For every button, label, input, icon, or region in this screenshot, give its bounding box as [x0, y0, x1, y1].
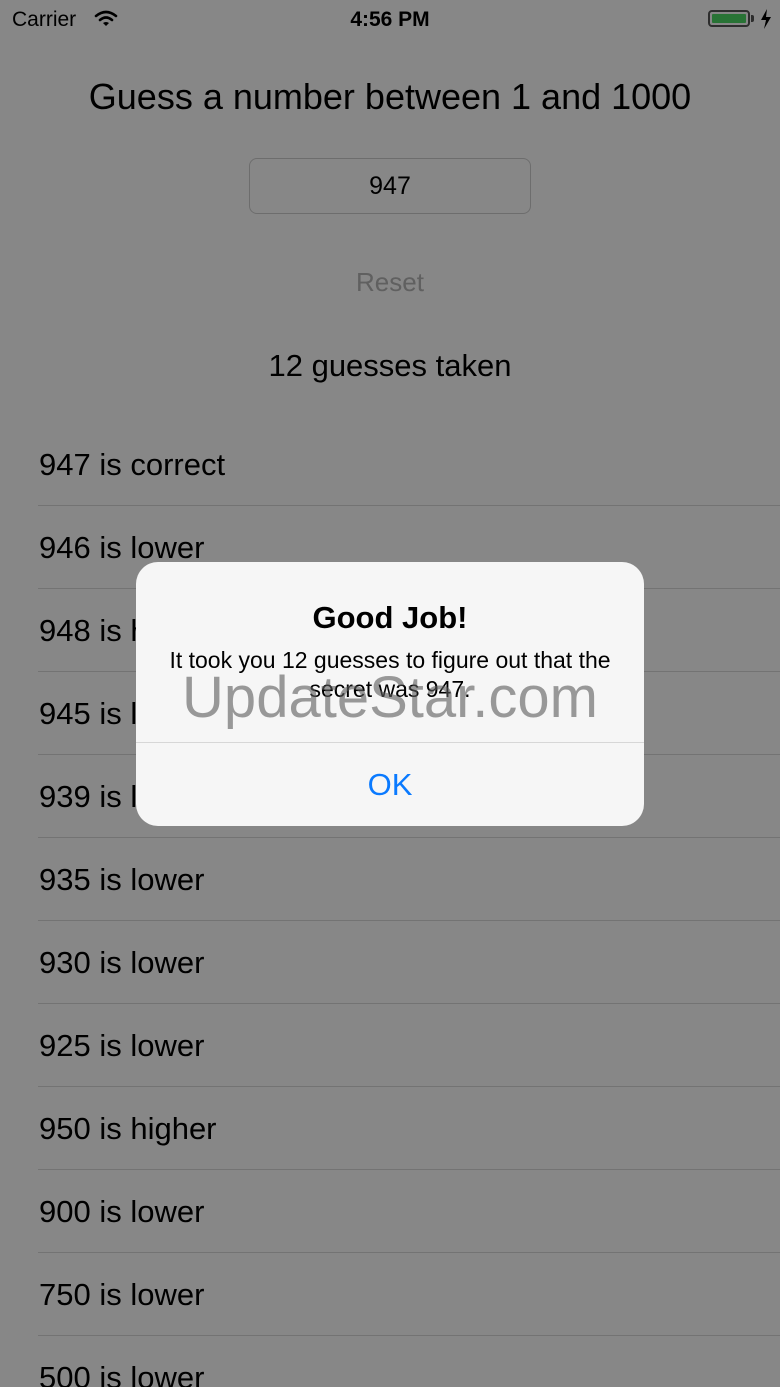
alert-ok-button[interactable]: OK: [136, 743, 644, 826]
app-screen: Carrier 4:56 PM Guess a number between 1…: [0, 0, 780, 1387]
alert-message: It took you 12 guesses to figure out tha…: [169, 647, 611, 702]
alert-title: Good Job!: [312, 600, 468, 635]
alert-dialog: Good Job! It took you 12 guesses to figu…: [136, 562, 644, 826]
